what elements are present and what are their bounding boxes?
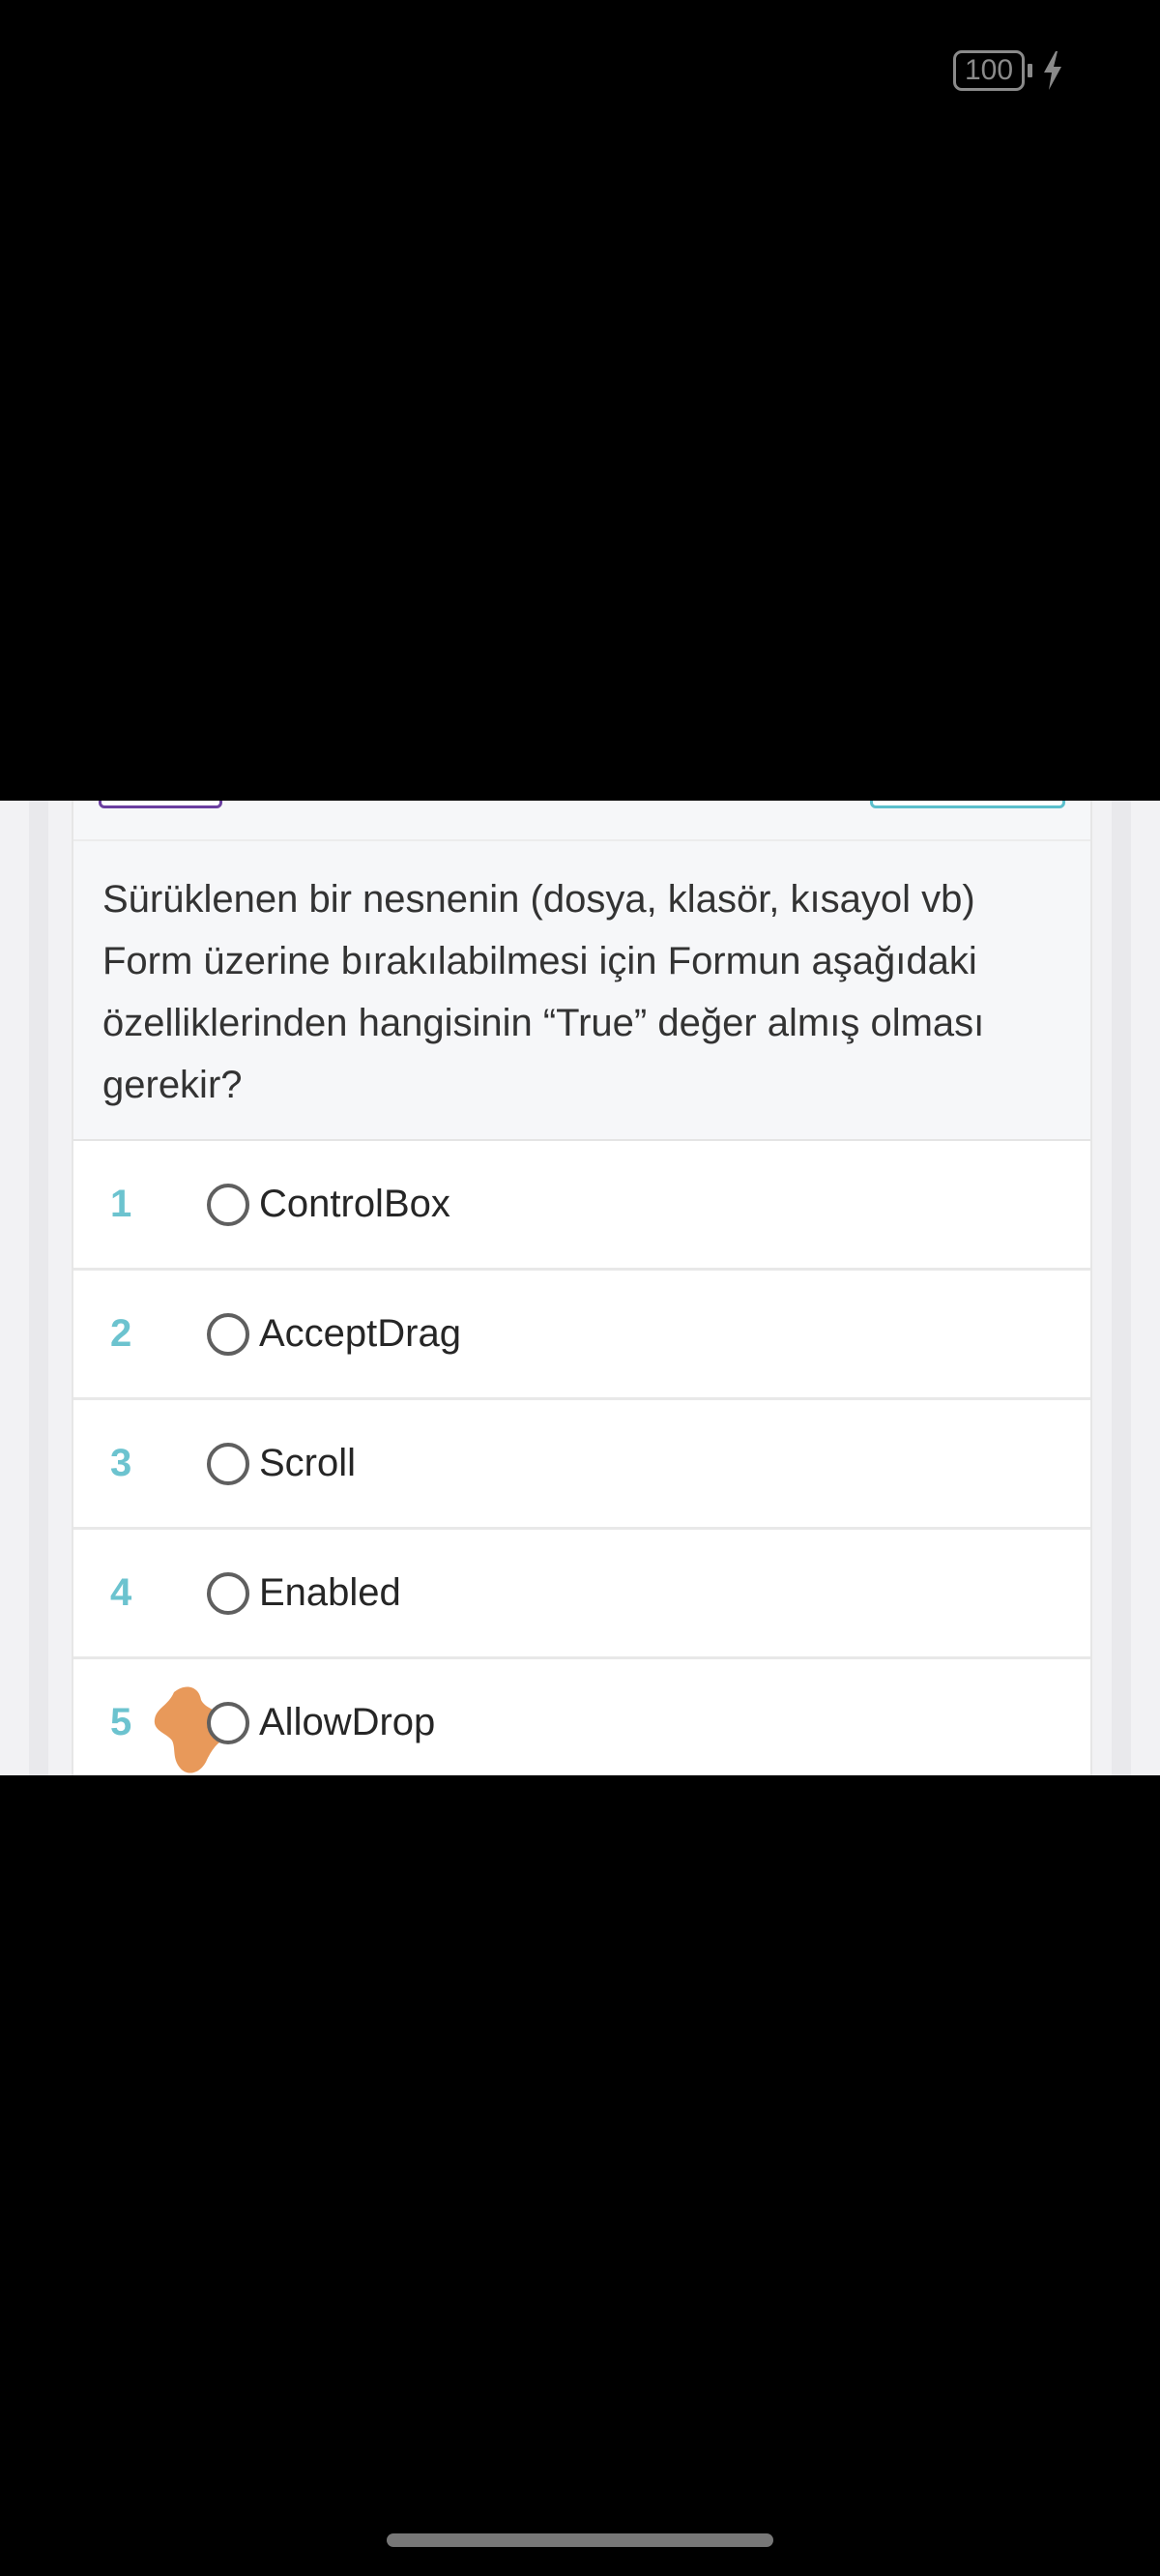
battery-icon: 100	[953, 50, 1025, 91]
option-3[interactable]: 3 Scroll	[73, 1400, 1090, 1530]
option-number: 3	[110, 1442, 132, 1484]
radio-button[interactable]	[207, 1312, 249, 1356]
option-label: Scroll	[259, 1442, 357, 1484]
previous-button[interactable]	[99, 801, 222, 808]
home-indicator[interactable]	[387, 2533, 773, 2547]
page-margin-left	[29, 801, 48, 1775]
option-number: 4	[110, 1571, 132, 1614]
radio-button[interactable]	[207, 1442, 249, 1485]
option-4[interactable]: 4 Enabled	[73, 1530, 1090, 1659]
question-card: Sürüklenen bir nesnenin (dosya, klasör, …	[72, 801, 1092, 1775]
page-margin-right	[1112, 801, 1131, 1775]
option-5[interactable]: 5 AllowDrop	[73, 1659, 1090, 1775]
quiz-screen: Sürüklenen bir nesnenin (dosya, klasör, …	[0, 801, 1160, 1775]
options-list: 1 ControlBox 2 AcceptDrag 3 Scroll 4 Ena…	[73, 1141, 1090, 1775]
battery-level: 100	[964, 54, 1014, 86]
radio-button[interactable]	[207, 1571, 249, 1615]
battery-indicator: 100	[953, 50, 1063, 91]
option-label: AcceptDrag	[259, 1312, 461, 1355]
status-bar: 100	[0, 0, 1160, 135]
option-1[interactable]: 1 ControlBox	[73, 1141, 1090, 1271]
lightning-bolt-icon	[1044, 51, 1061, 90]
option-number: 2	[110, 1312, 132, 1355]
radio-button[interactable]	[207, 1701, 249, 1744]
option-number: 1	[110, 1183, 132, 1225]
option-label: AllowDrop	[259, 1701, 436, 1743]
question-text: Sürüklenen bir nesnenin (dosya, klasör, …	[102, 878, 985, 1106]
card-header-strip	[73, 801, 1090, 839]
option-label: Enabled	[259, 1571, 401, 1614]
question-box: Sürüklenen bir nesnenin (dosya, klasör, …	[73, 839, 1090, 1141]
option-label: ControlBox	[259, 1183, 450, 1225]
battery-tip	[1028, 64, 1032, 77]
option-2[interactable]: 2 AcceptDrag	[73, 1271, 1090, 1400]
next-button[interactable]	[870, 801, 1065, 808]
radio-button[interactable]	[207, 1183, 249, 1226]
